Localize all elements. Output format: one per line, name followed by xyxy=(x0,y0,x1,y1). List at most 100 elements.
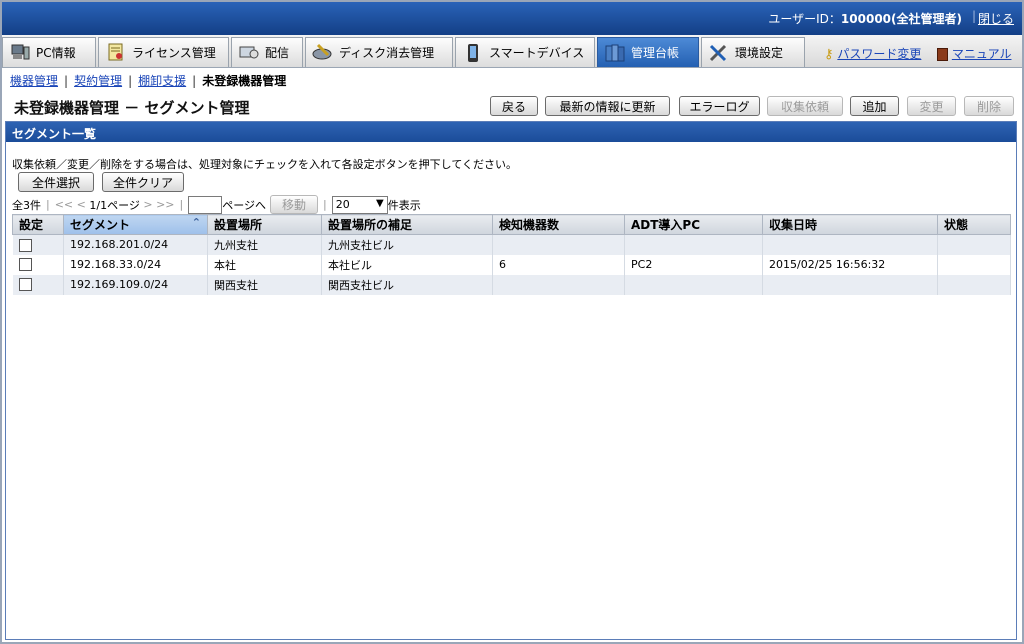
manual-link[interactable]: マニュアル xyxy=(952,47,1012,61)
user-info: ユーザーID：100000(全社管理者) xyxy=(768,10,962,27)
add-button[interactable]: 追加 xyxy=(850,96,899,116)
main-tabs: PC情報 ライセンス管理 配信 ディスク消去管理 スマートデバイス 管理台帳 環… xyxy=(2,35,1022,68)
pager-separator: | xyxy=(46,198,50,211)
last-page-link[interactable]: >> xyxy=(156,198,174,211)
location-cell: 本社 xyxy=(207,254,322,275)
status-cell xyxy=(937,274,1011,295)
per-page-suffix: 件表示 xyxy=(387,198,421,212)
password-change-link[interactable]: パスワード変更 xyxy=(837,47,921,61)
row-checkbox[interactable] xyxy=(18,278,32,292)
tab-ledger[interactable]: 管理台帳 xyxy=(597,37,699,67)
instruction-text: 収集依頼／変更／削除をする場合は、処理対象にチェックを入れて各設定ボタンを押下し… xyxy=(12,158,518,171)
location-note-cell: 本社ビル xyxy=(321,254,493,275)
tools-icon xyxy=(708,43,730,63)
total-count: 全3件 xyxy=(12,198,41,212)
column-header-detected-count: 検知機器数 xyxy=(492,214,625,235)
breadcrumb-separator: | xyxy=(64,74,69,88)
user-value: 100000(全社管理者) xyxy=(840,12,962,26)
row-setting-cell xyxy=(12,274,64,295)
first-page-link[interactable]: << xyxy=(55,198,73,211)
segment-list-section: セグメント一覧 収集依頼／変更／削除をする場合は、処理対象にチェックを入れて各設… xyxy=(5,121,1017,640)
tab-label: PC情報 xyxy=(36,46,76,60)
pager-separator: | xyxy=(323,198,327,211)
row-checkbox[interactable] xyxy=(18,258,32,272)
detected-count-cell xyxy=(492,234,625,255)
column-header-collected-at: 収集日時 xyxy=(762,214,938,235)
breadcrumb-current: 未登録機器管理 xyxy=(202,74,287,88)
page-to-label: ページへ xyxy=(222,198,267,212)
tab-pc-info[interactable]: PC情報 xyxy=(2,37,96,67)
location-note-cell: 九州支社ビル xyxy=(321,234,493,255)
page-number-input[interactable] xyxy=(188,195,223,214)
tab-smart-device[interactable]: スマートデバイス xyxy=(455,37,595,67)
column-header-setting: 設定 xyxy=(12,214,64,235)
move-button[interactable]: 移動 xyxy=(270,195,319,214)
disk-erase-icon xyxy=(312,43,334,63)
pager: 全3件 | << < 1/1ページ > >> | ページへ 移動 | 20 ▼ … xyxy=(12,195,421,214)
chevron-down-icon: ▼ xyxy=(376,197,384,209)
pc-icon xyxy=(9,43,31,63)
distribution-icon xyxy=(238,43,260,63)
tab-label: 管理台帳 xyxy=(631,46,680,60)
back-button[interactable]: 戻る xyxy=(490,96,538,116)
prev-page-link[interactable]: < xyxy=(77,198,86,211)
adt-pc-cell: PC2 xyxy=(624,254,763,275)
manual-area: マニュアル xyxy=(937,45,1011,62)
breadcrumb-contract-management[interactable]: 契約管理 xyxy=(74,74,122,88)
table-row: 192.168.33.0/24 本社 本社ビル 6 PC2 2015/02/25… xyxy=(12,254,1011,275)
section-title: セグメント一覧 xyxy=(6,122,1016,142)
detected-count-cell xyxy=(492,274,625,295)
clear-all-button[interactable]: 全件クリア xyxy=(102,172,184,192)
row-setting-cell xyxy=(12,234,64,255)
select-all-button[interactable]: 全件選択 xyxy=(18,172,94,192)
breadcrumb-device-management[interactable]: 機器管理 xyxy=(10,74,58,88)
tab-label: 配信 xyxy=(265,46,290,60)
breadcrumb-separator: | xyxy=(192,74,197,88)
table-header-row: 設定 セグメント ⌃ 設置場所 設置場所の補足 検知機器数 ADT導入PC 収集日… xyxy=(12,214,1011,235)
detected-count-cell: 6 xyxy=(492,254,625,275)
column-header-location: 設置場所 xyxy=(207,214,322,235)
segment-table: 設定 セグメント ⌃ 設置場所 設置場所の補足 検知機器数 ADT導入PC 収集日… xyxy=(12,214,1011,295)
breadcrumb-inventory-support[interactable]: 棚卸支援 xyxy=(138,74,186,88)
segment-cell: 192.168.33.0/24 xyxy=(63,254,208,275)
location-cell: 九州支社 xyxy=(207,234,322,255)
tab-label: ディスク消去管理 xyxy=(339,46,435,60)
status-cell xyxy=(937,234,1011,255)
smartphone-icon xyxy=(462,43,484,63)
pager-separator: | xyxy=(179,198,184,211)
adt-pc-cell xyxy=(624,274,763,295)
collected-at-cell xyxy=(762,234,938,255)
close-link[interactable]: 閉じる xyxy=(978,10,1014,27)
tab-label: ライセンス管理 xyxy=(132,46,216,60)
per-page-select[interactable]: 20 ▼ xyxy=(331,195,388,214)
tab-disk-erase[interactable]: ディスク消去管理 xyxy=(305,37,453,67)
refresh-button[interactable]: 最新の情報に更新 xyxy=(545,96,670,116)
collect-request-button[interactable]: 収集依頼 xyxy=(767,96,843,116)
breadcrumb-separator: | xyxy=(128,74,133,88)
next-page-link[interactable]: > xyxy=(143,198,152,211)
user-label: ユーザーID： xyxy=(768,12,841,26)
table-row: 192.169.109.0/24 関西支社 関西支社ビル xyxy=(12,274,1011,295)
breadcrumb: 機器管理 | 契約管理 | 棚卸支援 | 未登録機器管理 xyxy=(10,72,286,89)
error-log-button[interactable]: エラーログ xyxy=(679,96,760,116)
column-header-segment[interactable]: セグメント ⌃ xyxy=(63,214,208,235)
adt-pc-cell xyxy=(624,234,763,255)
ledger-icon xyxy=(604,43,626,63)
header-separator: | xyxy=(971,9,976,23)
license-icon xyxy=(105,43,127,63)
tab-license[interactable]: ライセンス管理 xyxy=(98,37,229,67)
collected-at-cell xyxy=(762,274,938,295)
book-icon xyxy=(937,48,948,61)
column-header-adt-pc: ADT導入PC xyxy=(624,214,763,235)
table-row: 192.168.201.0/24 九州支社 九州支社ビル xyxy=(12,234,1011,255)
column-header-location-note: 設置場所の補足 xyxy=(321,214,493,235)
delete-button[interactable]: 削除 xyxy=(964,96,1014,116)
sort-ascending-icon: ⌃ xyxy=(191,216,201,229)
tab-distribution[interactable]: 配信 xyxy=(231,37,303,67)
column-header-status: 状態 xyxy=(937,214,1011,235)
row-checkbox[interactable] xyxy=(18,238,32,252)
per-page-value: 20 xyxy=(335,198,350,211)
tab-settings[interactable]: 環境設定 xyxy=(701,37,805,67)
modify-button[interactable]: 変更 xyxy=(907,96,956,116)
tab-label: スマートデバイス xyxy=(489,46,585,60)
